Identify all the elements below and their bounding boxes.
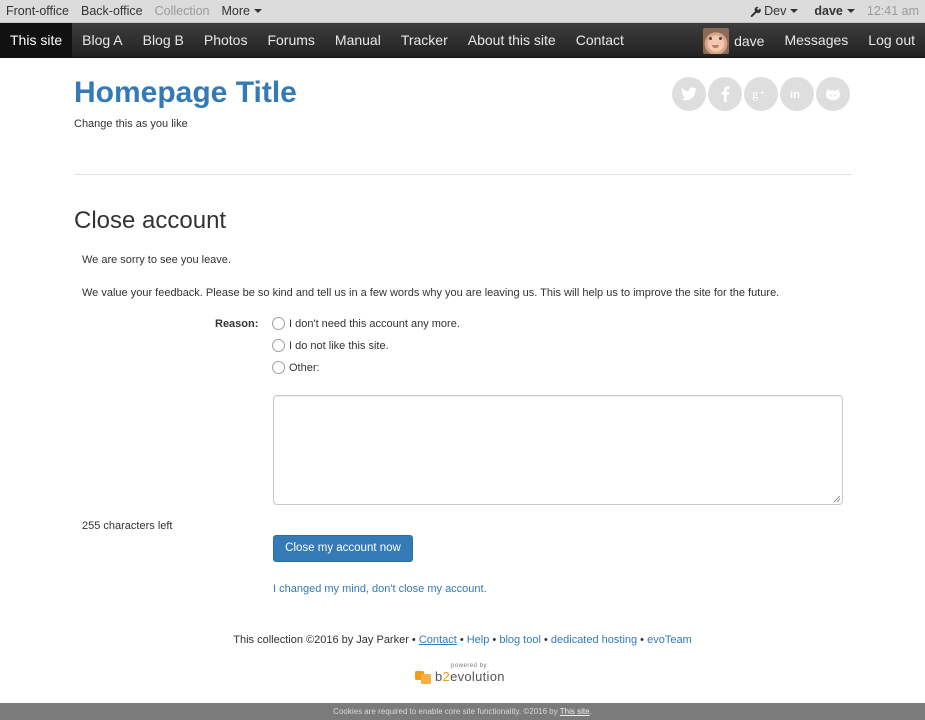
footer-evoteam-link[interactable]: evoTeam [647,634,692,646]
reason-option-label: I do not like this site. [289,339,389,352]
footer-separator: • [456,634,467,646]
linkedin-icon[interactable]: in [780,77,814,111]
footer-hosting-link[interactable]: dedicated hosting [551,634,637,646]
collection-link: Collection [154,4,210,18]
logo-2: 2 [442,669,451,684]
admin-toolbar: Front-office Back-office Collection More… [0,0,925,23]
cookie-notice: Cookies are required to enable core site… [0,703,925,720]
main-navbar: This site Blog A Blog B Photos Forums Ma… [0,23,925,58]
nav-logout[interactable]: Log out [858,23,925,58]
reason-option-label: I don't need this account any more. [289,317,460,330]
page-title: Close account [74,207,227,234]
svg-text:in: in [790,89,800,101]
nav-messages[interactable]: Messages [774,23,858,58]
more-menu[interactable]: More [216,0,268,23]
header-divider [74,174,852,175]
chevron-down-icon [846,8,855,13]
resize-handle-icon[interactable] [834,496,840,502]
more-label: More [221,4,250,18]
back-office-link[interactable]: Back-office [75,0,149,23]
b2evolution-logo-icon [415,671,431,684]
wrench-icon [750,6,761,18]
cancel-close-link[interactable]: I changed my mind, don't close my accoun… [273,583,487,595]
site-tagline: Change this as you like [74,118,188,130]
cookie-site-link[interactable]: This site [560,707,590,716]
nav-tracker[interactable]: Tracker [391,23,458,58]
svg-text:+: + [760,87,765,97]
googleplus-icon[interactable]: g + [744,77,778,111]
reason-label: Reason: [215,318,259,330]
reason-option-dislike[interactable]: I do not like this site. [272,339,389,352]
nav-blog-b[interactable]: Blog B [133,23,194,58]
powered-by-logo[interactable]: powered by b2evolution [415,663,515,689]
nav-user-name: dave [734,32,765,49]
nav-user-profile[interactable]: dave [697,27,774,54]
user-label: dave [814,4,843,18]
reason-option-label: Other: [289,361,320,374]
clock: 12:41 am [866,4,919,18]
footer-blog-tool-link[interactable]: blog tool [499,634,541,646]
cookie-text: Cookies are required to enable core site… [333,707,560,716]
nav-photos[interactable]: Photos [194,23,258,58]
radio-button[interactable] [272,317,285,330]
user-menu[interactable]: dave [806,0,863,23]
facebook-icon[interactable] [708,77,742,111]
feedback-text: We value your feedback. Please be so kin… [82,287,780,299]
social-links: g + in [672,77,850,111]
reason-option-no-need[interactable]: I don't need this account any more. [272,317,460,330]
twitter-icon[interactable] [672,77,706,111]
footer-help-link[interactable]: Help [467,634,490,646]
logo-evolution: evolution [450,669,505,684]
close-account-button[interactable]: Close my account now [273,535,413,562]
characters-left-counter: 255 characters left [82,520,173,532]
chevron-down-icon [253,8,262,13]
nav-this-site[interactable]: This site [0,23,73,58]
svg-text:g: g [752,87,758,101]
footer-separator: • [540,634,551,646]
nav-manual[interactable]: Manual [325,23,391,58]
reason-textarea[interactable] [273,395,843,505]
cookie-suffix: . [589,707,592,716]
nav-about[interactable]: About this site [458,23,566,58]
avatar [703,27,730,54]
radio-button[interactable] [272,361,285,374]
footer-separator: • [489,634,500,646]
sorry-text: We are sorry to see you leave. [82,254,231,266]
nav-contact[interactable]: Contact [566,23,634,58]
reason-option-other[interactable]: Other: [272,361,320,374]
chevron-down-icon [790,8,799,13]
dev-menu[interactable]: Dev [750,0,806,23]
front-office-link[interactable]: Front-office [0,0,75,23]
b2evolution-wordmark: b2evolution [435,669,505,684]
logo-b: b [435,669,443,684]
footer-contact-link[interactable]: Contact [419,634,457,646]
nav-blog-a[interactable]: Blog A [72,23,132,58]
footer-separator: • [637,634,648,646]
site-title[interactable]: Homepage Title [74,76,297,110]
github-icon[interactable] [816,77,850,111]
footer-credits: This collection ©2016 by Jay Parker • Co… [0,634,925,646]
footer-copyright: This collection ©2016 by Jay Parker • [233,634,419,646]
dev-label: Dev [764,4,787,18]
radio-button[interactable] [272,339,285,352]
nav-forums[interactable]: Forums [257,23,324,58]
